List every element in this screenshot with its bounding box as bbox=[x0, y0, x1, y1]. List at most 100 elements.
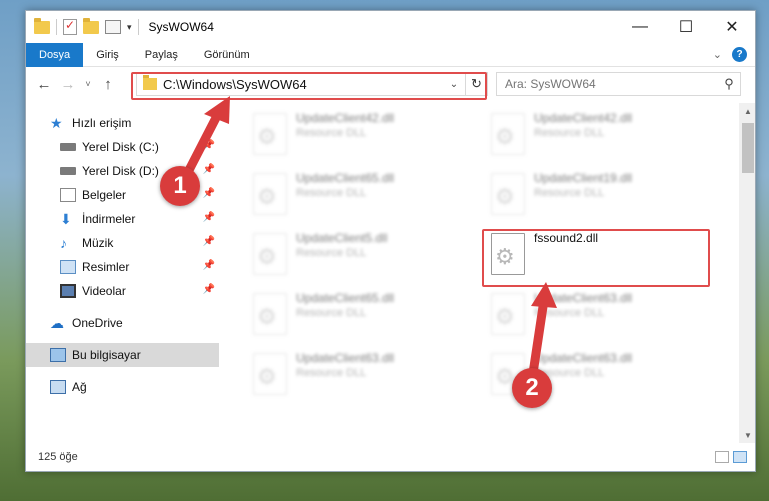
help-button[interactable]: ? bbox=[732, 47, 747, 62]
tab-home[interactable]: Giriş bbox=[83, 43, 132, 67]
file-name: UpdateClient63.dll bbox=[296, 351, 395, 365]
ribbon-right-controls: ⌄ ? bbox=[713, 47, 747, 62]
vertical-scrollbar[interactable]: ▲ ▼ bbox=[739, 103, 755, 443]
scroll-thumb[interactable] bbox=[742, 123, 754, 173]
music-icon: ♪ bbox=[60, 235, 67, 251]
toolbar-divider bbox=[137, 19, 139, 35]
pictures-icon bbox=[60, 260, 76, 274]
minimize-button[interactable]: — bbox=[617, 11, 663, 43]
sidebar-item-local-disk-c[interactable]: Yerel Disk (C:) 📌 bbox=[26, 135, 219, 159]
file-name: UpdateClient19.dll bbox=[534, 171, 633, 185]
file-name: UpdateClient42.dll bbox=[296, 111, 395, 125]
network-icon bbox=[50, 380, 66, 394]
file-type: Resource DLL bbox=[534, 127, 605, 139]
sidebar-item-network[interactable]: Ağ bbox=[26, 375, 219, 399]
tab-view[interactable]: Görünüm bbox=[191, 43, 263, 67]
scroll-down-arrow-icon[interactable]: ▼ bbox=[739, 427, 755, 443]
download-icon: ⬇ bbox=[60, 211, 72, 227]
properties-check-icon[interactable] bbox=[63, 18, 77, 35]
sidebar-item-music[interactable]: ♪ Müzik 📌 bbox=[26, 231, 219, 255]
back-button[interactable]: ← bbox=[32, 76, 56, 93]
item-count: 125 öğe bbox=[38, 451, 78, 463]
dll-file-icon bbox=[491, 293, 525, 335]
window-title: SysWOW64 bbox=[148, 20, 214, 34]
tab-share[interactable]: Paylaş bbox=[132, 43, 191, 67]
documents-icon bbox=[60, 188, 76, 202]
file-type: Resource DLL bbox=[296, 187, 367, 199]
sidebar-item-label: Ağ bbox=[72, 380, 87, 394]
dll-file-icon bbox=[253, 233, 287, 275]
close-button[interactable]: ✕ bbox=[709, 11, 755, 43]
customize-toolbar-chevron-icon[interactable]: ▾ bbox=[127, 22, 132, 33]
pin-icon: 📌 bbox=[202, 284, 215, 295]
file-item[interactable]: UpdateClient65.dll Resource DLL bbox=[231, 167, 457, 219]
sidebar-item-onedrive[interactable]: ☁ OneDrive bbox=[26, 311, 219, 335]
folder-icon bbox=[34, 17, 50, 34]
file-name: UpdateClient42.dll bbox=[534, 111, 633, 125]
pin-icon: 📌 bbox=[202, 188, 215, 199]
dll-file-icon bbox=[491, 173, 525, 215]
file-type: Resource DLL bbox=[296, 247, 367, 259]
dll-file-icon bbox=[253, 293, 287, 335]
sidebar-item-quick-access[interactable]: ★ Hızlı erişim bbox=[26, 111, 219, 135]
step-1-badge: 1 bbox=[160, 166, 200, 206]
file-name: UpdateClient63.dll bbox=[534, 351, 633, 365]
status-bar: 125 öğe bbox=[26, 443, 755, 471]
up-button[interactable]: ↑ bbox=[96, 76, 120, 93]
file-type: Resource DLL bbox=[296, 367, 367, 379]
sidebar-item-videos[interactable]: Videolar 📌 bbox=[26, 279, 219, 303]
file-item[interactable]: UpdateClient63.dll Resource DLL bbox=[231, 347, 457, 399]
search-icon[interactable]: ⚲ bbox=[718, 76, 740, 92]
step-2-badge: 2 bbox=[512, 368, 552, 408]
file-type: Resource DLL bbox=[534, 187, 605, 199]
file-name: UpdateClient65.dll bbox=[296, 171, 395, 185]
maximize-button[interactable]: ☐ bbox=[663, 11, 709, 43]
sidebar-item-label: Yerel Disk (C:) bbox=[82, 140, 159, 154]
dll-file-icon bbox=[253, 173, 287, 215]
sidebar-item-pictures[interactable]: Resimler 📌 bbox=[26, 255, 219, 279]
window-controls: — ☐ ✕ bbox=[617, 11, 755, 43]
sidebar-item-label: Resimler bbox=[82, 260, 130, 274]
new-folder-icon[interactable] bbox=[83, 17, 99, 34]
file-name: UpdateClient65.dll bbox=[296, 291, 395, 305]
sidebar-item-downloads[interactable]: ⬇ İndirmeler 📌 bbox=[26, 207, 219, 231]
expand-ribbon-chevron-icon[interactable]: ⌄ bbox=[713, 48, 722, 61]
file-item[interactable]: UpdateClient63.dll Resource DLL bbox=[469, 287, 695, 339]
recent-locations-button[interactable]: ˅ bbox=[80, 79, 96, 89]
search-box[interactable]: ⚲ bbox=[496, 72, 741, 96]
sidebar-item-label: Videolar bbox=[82, 284, 126, 298]
details-view-icon[interactable] bbox=[715, 451, 729, 463]
sidebar-item-label: Hızlı erişim bbox=[72, 116, 132, 130]
tab-file[interactable]: Dosya bbox=[26, 42, 84, 67]
video-icon bbox=[60, 284, 76, 298]
drive-icon bbox=[60, 167, 76, 175]
rename-icon[interactable] bbox=[105, 20, 121, 34]
sidebar-item-label: Belgeler bbox=[82, 188, 127, 202]
star-icon: ★ bbox=[50, 115, 63, 131]
scroll-up-arrow-icon[interactable]: ▲ bbox=[739, 103, 755, 119]
toolbar-divider bbox=[56, 19, 57, 35]
sidebar-item-label: OneDrive bbox=[72, 316, 123, 330]
file-item[interactable]: UpdateClient65.dll Resource DLL bbox=[231, 287, 457, 339]
forward-button[interactable]: → bbox=[56, 76, 80, 93]
quick-access-toolbar: ▾ bbox=[26, 17, 139, 35]
search-input[interactable] bbox=[505, 77, 718, 91]
file-name: UpdateClient5.dll bbox=[296, 231, 388, 245]
sidebar-item-this-pc[interactable]: Bu bilgisayar bbox=[26, 343, 219, 367]
file-item[interactable]: UpdateClient42.dll Resource DLL bbox=[231, 107, 457, 159]
file-item[interactable]: UpdateClient42.dll Resource DLL bbox=[469, 107, 695, 159]
file-item[interactable]: UpdateClient19.dll Resource DLL bbox=[469, 167, 695, 219]
file-item[interactable]: UpdateClient5.dll Resource DLL bbox=[231, 227, 457, 279]
view-switcher bbox=[715, 451, 747, 463]
navigation-pane: ★ Hızlı erişim Yerel Disk (C:) 📌 Yerel D… bbox=[26, 103, 219, 443]
sidebar-item-label: Bu bilgisayar bbox=[72, 348, 141, 362]
cloud-icon: ☁ bbox=[50, 315, 64, 331]
file-item[interactable]: UpdateClient63.dll Resource DLL bbox=[469, 347, 695, 399]
dll-file-icon bbox=[491, 113, 525, 155]
sidebar-item-label: İndirmeler bbox=[82, 212, 136, 226]
ribbon-tabs: Dosya Giriş Paylaş Görünüm ⌄ ? bbox=[26, 42, 755, 67]
tiles-view-icon[interactable] bbox=[733, 451, 747, 463]
drive-icon bbox=[60, 143, 76, 151]
file-name: UpdateClient63.dll bbox=[534, 291, 633, 305]
pin-icon: 📌 bbox=[202, 140, 215, 151]
